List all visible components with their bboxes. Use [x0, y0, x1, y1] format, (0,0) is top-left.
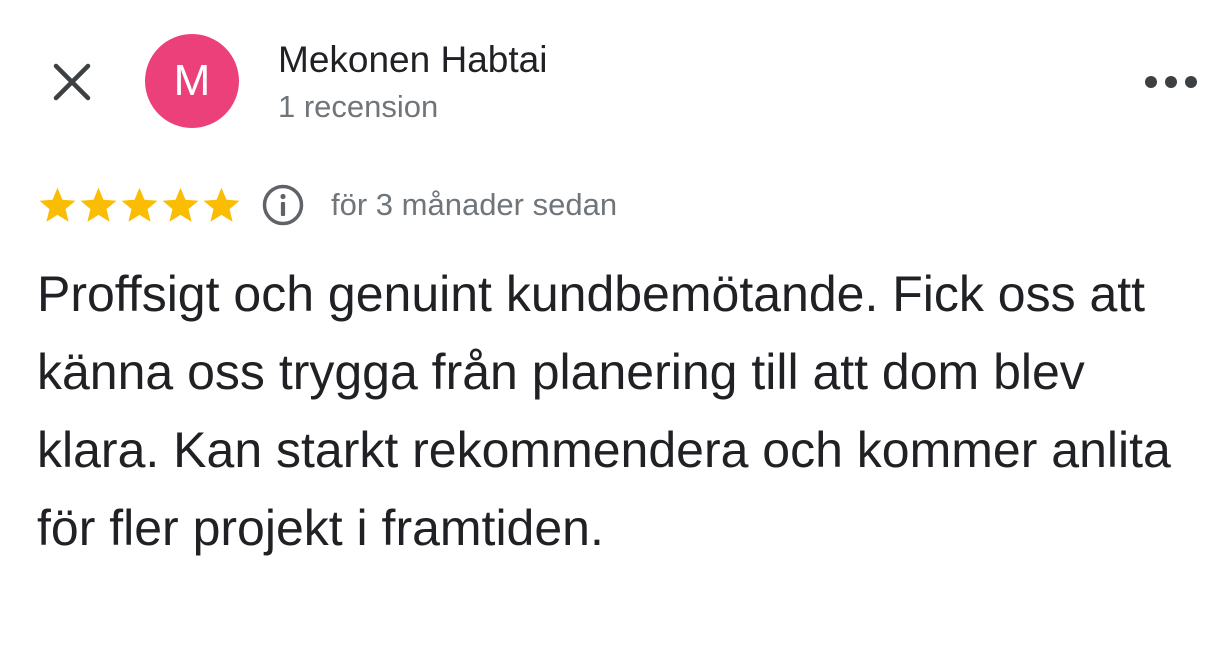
avatar[interactable]: M: [145, 34, 239, 128]
author-name[interactable]: Mekonen Habtai: [278, 38, 547, 82]
star-icon: [162, 187, 199, 222]
close-button[interactable]: [46, 56, 98, 108]
more-horizontal-icon: [1145, 76, 1197, 88]
star-icon: [203, 187, 240, 222]
avatar-letter: M: [173, 56, 211, 105]
more-options-button[interactable]: [1136, 62, 1206, 102]
review-text: Proffsigt och genuint kundbemötande. Fic…: [37, 266, 1171, 556]
star-icon: [121, 187, 158, 222]
info-icon: [262, 184, 304, 226]
star-rating: [37, 185, 242, 226]
info-button[interactable]: [259, 181, 307, 229]
close-icon: [53, 63, 91, 101]
review-time: för 3 månader sedan: [331, 187, 618, 222]
rating-row: för 3 månader sedan: [37, 180, 617, 230]
star-icon: [80, 187, 117, 222]
star-icon: [39, 187, 76, 222]
review-count: 1 recension: [278, 89, 439, 124]
